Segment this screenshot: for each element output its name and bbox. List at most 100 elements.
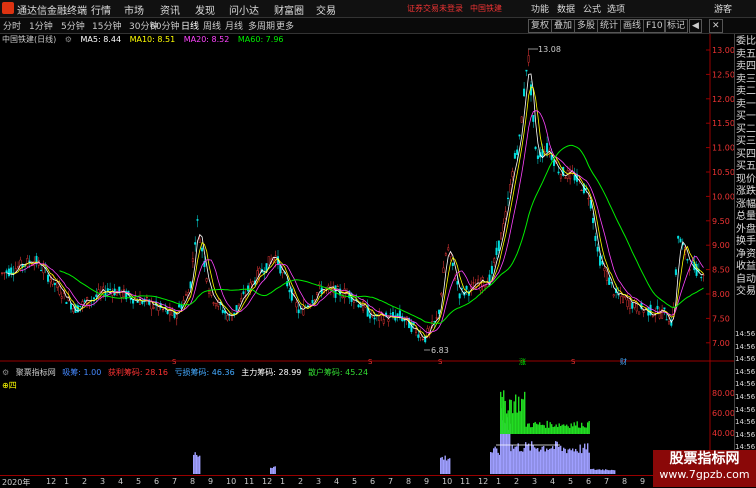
candle-body [587, 198, 590, 200]
side-item-6[interactable]: 买一 [735, 111, 756, 123]
indicator-bar [609, 470, 611, 474]
period-day[interactable]: 日线 [181, 19, 199, 32]
time-tick: 5 [352, 477, 358, 486]
tongji-button[interactable]: 统计 [597, 19, 622, 33]
candle-body [585, 187, 588, 190]
indicator-bar-green [587, 422, 589, 434]
kline-chart[interactable]: 13.00 12.50 12.00 11.50 11.00 10.50 10.00 9.50 9… [0, 34, 734, 475]
menu-hangqing[interactable]: 行情 [91, 2, 111, 17]
candle-body [145, 296, 148, 299]
back-button[interactable]: ◀ [689, 19, 702, 33]
period-15min[interactable]: 15分钟 [92, 19, 121, 32]
side-time-5: 14:56 [735, 393, 756, 401]
side-item-19[interactable]: 自动 [735, 274, 756, 286]
candle-body [3, 272, 6, 274]
menu-gongneng[interactable]: 功能 [531, 2, 549, 15]
menu-faxian[interactable]: 发现 [195, 2, 215, 17]
side-item-7[interactable]: 买二 [735, 124, 756, 136]
side-item-9[interactable]: 买四 [735, 149, 756, 161]
candle-body [233, 312, 236, 315]
side-item-4[interactable]: 卖二 [735, 86, 756, 98]
side-item-20[interactable]: 交易 [735, 286, 756, 298]
indicator-bar [579, 444, 581, 474]
fuquan-button[interactable]: 复权 [528, 19, 553, 33]
candle-body [267, 256, 270, 266]
indicator-bar [553, 449, 555, 474]
candle-body [230, 315, 233, 321]
candle-body [389, 313, 392, 315]
indicator-bar-green [503, 390, 505, 434]
side-item-17[interactable]: 净资 [735, 249, 756, 261]
period-week[interactable]: 周线 [203, 19, 221, 32]
biaoji-button[interactable]: 标记 [664, 19, 689, 33]
indicator-tag[interactable]: ⊕四 [2, 380, 17, 391]
side-item-14[interactable]: 总量 [735, 211, 756, 223]
guest-label[interactable]: 游客 [714, 2, 732, 15]
candle-body [240, 298, 243, 302]
candle-body [592, 217, 595, 224]
menu-zixun[interactable]: 资讯 [160, 2, 180, 17]
menu-wenxiaoda[interactable]: 问小达 [229, 2, 259, 17]
duogu-button[interactable]: 多股 [574, 19, 599, 33]
side-item-11[interactable]: 现价 [735, 174, 756, 186]
period-multi[interactable]: 多周期 [248, 19, 275, 32]
close-button[interactable]: ✕ [709, 19, 723, 33]
period-1min[interactable]: 1分钟 [29, 19, 53, 32]
side-item-13[interactable]: 涨幅 [735, 199, 756, 211]
menu-jiaoyi[interactable]: 交易 [316, 2, 336, 17]
indicator-kuisun: 亏损筹码: 46.36 [174, 368, 235, 377]
period-more[interactable]: 更多 [276, 19, 294, 32]
side-item-16[interactable]: 换手 [735, 236, 756, 248]
candle-body [674, 269, 677, 275]
candle-body [509, 184, 512, 193]
diejia-button[interactable]: 叠加 [551, 19, 576, 33]
candle-body [132, 299, 135, 304]
side-item-3[interactable]: 卖三 [735, 74, 756, 86]
time-tick: 6 [586, 477, 592, 486]
indicator-bar-green [524, 391, 526, 434]
period-5min[interactable]: 5分钟 [61, 19, 85, 32]
candle-body [516, 149, 519, 155]
candle-body [527, 55, 530, 63]
candle-body [60, 296, 63, 299]
side-item-0[interactable]: 委比 [735, 36, 756, 48]
indicator-bar [529, 450, 531, 474]
time-tick: 12 [262, 477, 273, 486]
price-tick: 12.00 [712, 95, 734, 104]
time-tick: 8 [406, 477, 412, 486]
settings-icon[interactable]: ⚙ [65, 35, 72, 44]
menu-shuju[interactable]: 数据 [557, 2, 575, 15]
menu-xuanxiang[interactable]: 选项 [607, 2, 625, 15]
menu-caifuquan[interactable]: 财富圈 [274, 2, 304, 17]
side-item-8[interactable]: 买三 [735, 136, 756, 148]
indicator-bar [593, 468, 595, 474]
candle-body [536, 155, 539, 159]
side-item-12[interactable]: 涨跌 [735, 186, 756, 198]
indicator-bar-green [521, 398, 523, 434]
candle-body [56, 282, 59, 288]
period-month[interactable]: 月线 [225, 19, 243, 32]
time-tick: 6 [154, 477, 160, 486]
side-item-2[interactable]: 卖四 [735, 61, 756, 73]
candle-body [569, 169, 572, 180]
indicator-bar [514, 446, 516, 474]
side-item-5[interactable]: 卖一 [735, 99, 756, 111]
indicator-bar-green [563, 424, 565, 434]
login-status[interactable]: 证券交易未登录 [407, 3, 463, 14]
period-60min[interactable]: 60分钟 [150, 19, 179, 32]
f10-button[interactable]: F10 [643, 19, 666, 33]
huaxian-button[interactable]: 画线 [620, 19, 645, 33]
indicator-bar-green [528, 423, 530, 434]
settings-icon[interactable]: ⚙ [2, 368, 9, 377]
time-axis: 2020年 12 1 2 3 4 5 6 7 8 9 10 11 12 1 2 3 4 5 6 7 8 9 10 11 12 1 2 3… [0, 475, 734, 488]
menu-shichang[interactable]: 市场 [124, 2, 144, 17]
side-item-10[interactable]: 买五 [735, 161, 756, 173]
period-fenshi[interactable]: 分时 [3, 19, 21, 32]
candle-body [212, 302, 215, 304]
side-item-15[interactable]: 外盘 [735, 224, 756, 236]
menu-gongshi[interactable]: 公式 [583, 2, 601, 15]
side-item-18[interactable]: 收益 [735, 261, 756, 273]
indicator-bar [587, 443, 589, 474]
candle-body [316, 292, 319, 295]
side-item-1[interactable]: 卖五 [735, 49, 756, 61]
